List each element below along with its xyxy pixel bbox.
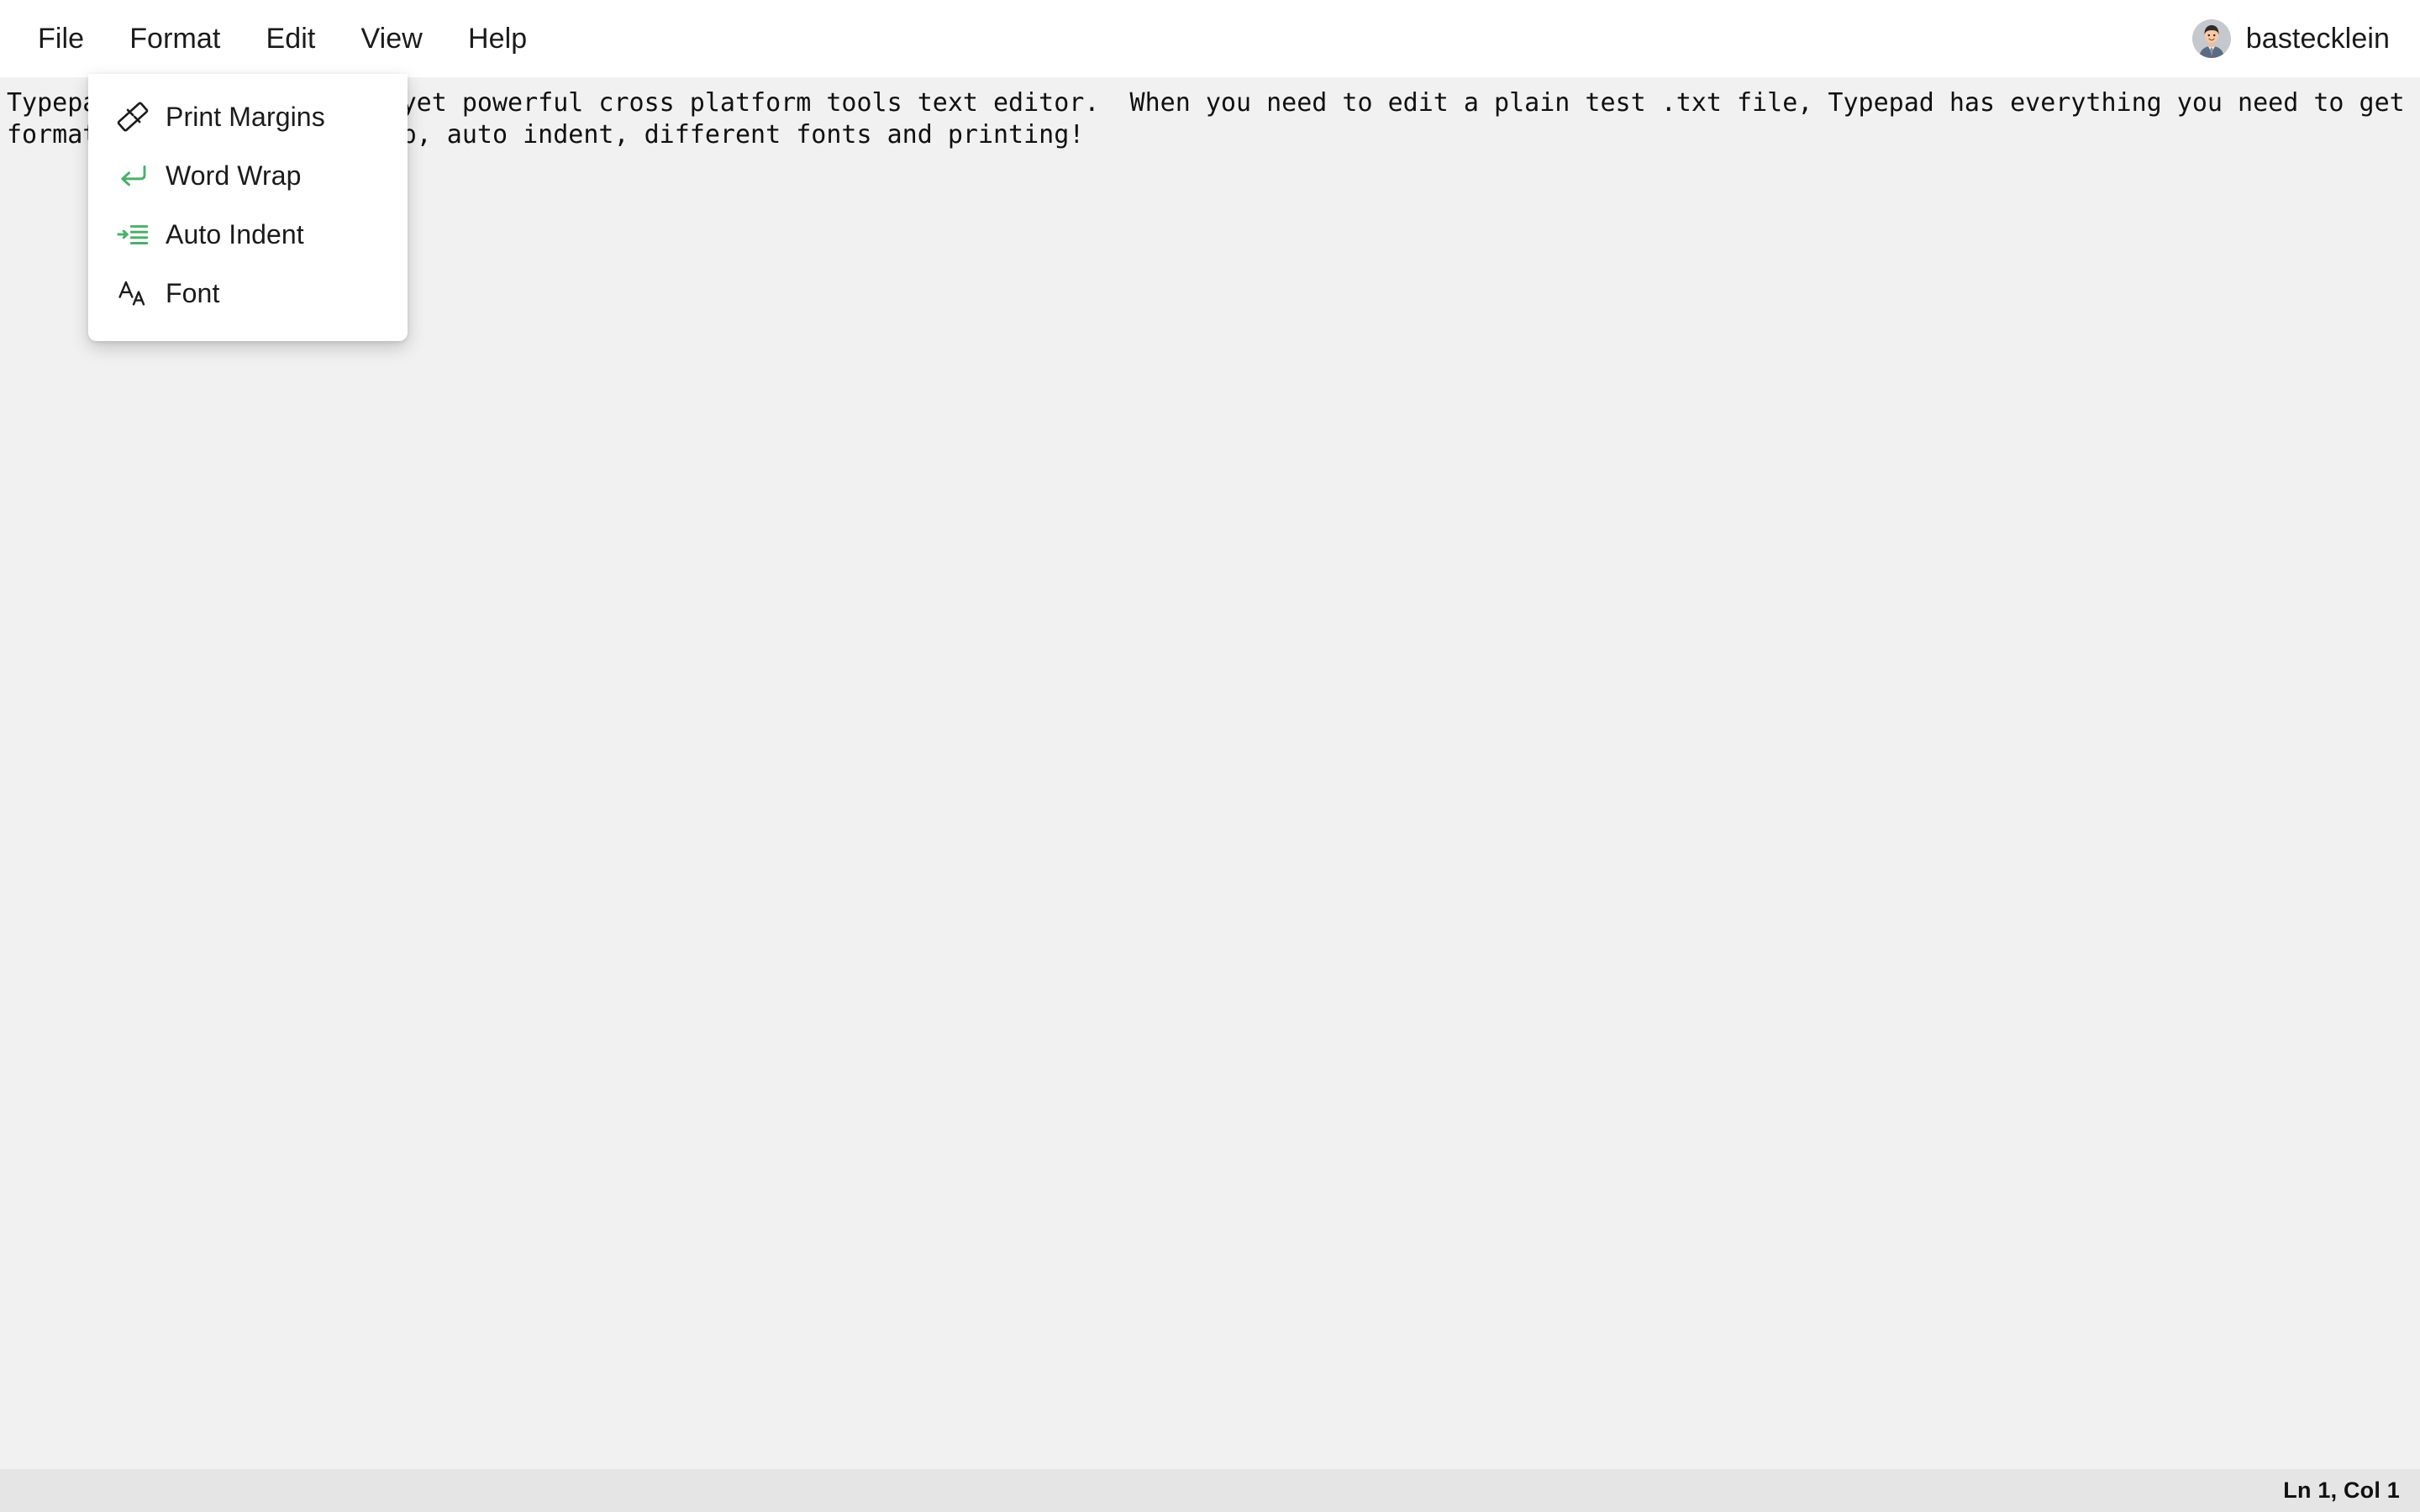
return-arrow-icon <box>110 157 155 194</box>
menu-option-label: Print Margins <box>166 101 325 132</box>
menu-option-label: Auto Indent <box>166 218 304 249</box>
menu-bar-items: File Format Edit View Help <box>15 0 550 77</box>
menu-option-font[interactable]: Font <box>88 264 408 323</box>
menu-option-label: Word Wrap <box>166 160 302 191</box>
user-avatar-icon <box>2191 19 2231 58</box>
menu-option-label: Font <box>166 277 220 308</box>
indent-increase-icon <box>110 216 155 253</box>
cursor-position-indicator: Ln 1, Col 1 <box>2283 1478 2400 1503</box>
menu-item-format[interactable]: Format <box>107 0 244 77</box>
menu-option-print-margins[interactable]: Print Margins <box>88 87 408 146</box>
format-dropdown-menu[interactable]: Print Margins Word Wrap Auto Indent Font <box>88 74 408 341</box>
menu-bar: File Format Edit View Help bastecklein <box>0 0 2420 77</box>
username-label: bastecklein <box>2245 22 2390 55</box>
font-size-icon <box>110 275 155 312</box>
status-bar: Ln 1, Col 1 <box>0 1469 2420 1512</box>
menu-item-file[interactable]: File <box>15 0 107 77</box>
menu-item-view[interactable]: View <box>338 0 445 77</box>
menu-option-auto-indent[interactable]: Auto Indent <box>88 205 408 264</box>
menu-option-word-wrap[interactable]: Word Wrap <box>88 146 408 205</box>
menu-item-help[interactable]: Help <box>445 0 550 77</box>
menu-item-edit[interactable]: Edit <box>243 0 338 77</box>
user-account-area[interactable]: bastecklein <box>2191 19 2400 58</box>
typepad-window: File Format Edit View Help bastecklein T… <box>0 0 2420 1512</box>
ruler-icon <box>110 98 155 135</box>
